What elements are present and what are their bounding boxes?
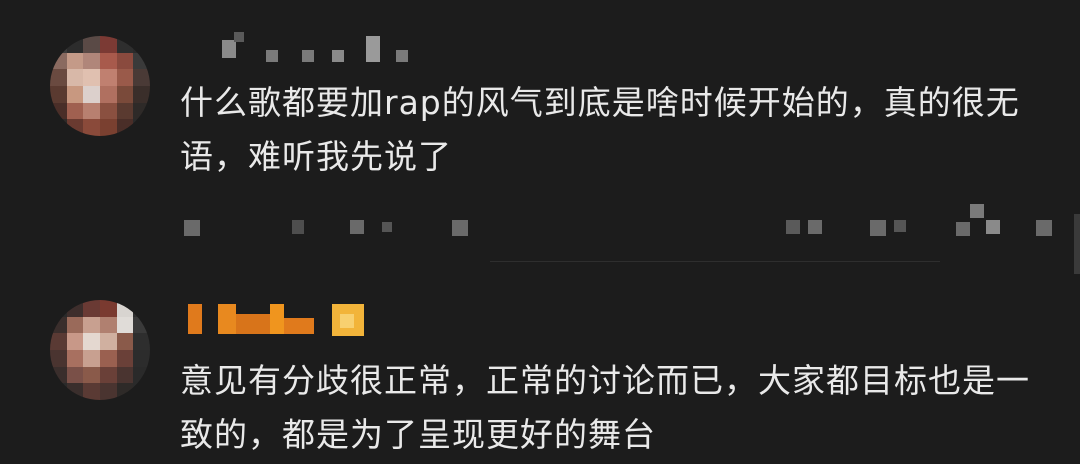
avatar-mosaic-cell xyxy=(83,85,100,103)
avatar-mosaic-cell xyxy=(50,366,67,384)
avatar[interactable] xyxy=(50,36,150,136)
comment-item: 意见有分歧很正常，正常的讨论而已，大家都目标也是一致的，都是为了呈现更好的舞台 xyxy=(0,276,1080,464)
avatar-mosaic-cell xyxy=(83,300,100,317)
avatar-mosaic-cell xyxy=(116,52,134,70)
avatar-mosaic-cell xyxy=(50,349,67,367)
avatar-mosaic-cell xyxy=(133,316,150,334)
comment-text: 什么歌都要加rap的风气到底是啥时候开始的，真的很无语，难听我先说了 xyxy=(180,83,1020,176)
avatar-mosaic-cell xyxy=(66,85,84,103)
avatar-mosaic-cell xyxy=(133,300,150,317)
avatar-mosaic-cell xyxy=(99,119,117,136)
avatar-mosaic-cell xyxy=(116,383,134,400)
avatar-mosaic-cell xyxy=(66,300,84,317)
avatar-mosaic-cell xyxy=(50,52,67,70)
avatar-mosaic-cell xyxy=(116,300,134,317)
comment-divider xyxy=(490,261,940,262)
avatar-mosaic-cell xyxy=(66,36,84,53)
avatar-mosaic-cell xyxy=(99,383,117,400)
avatar-mosaic-cell xyxy=(116,349,134,367)
avatar-mosaic-cell xyxy=(83,366,100,384)
avatar-mosaic-cell xyxy=(116,366,134,384)
avatar-mosaic-cell xyxy=(50,333,67,350)
avatar-mosaic-cell xyxy=(83,316,100,334)
avatar-mosaic-cell xyxy=(83,102,100,120)
avatar[interactable] xyxy=(50,300,150,400)
avatar-mosaic-cell xyxy=(83,333,100,350)
avatar-mosaic-cell xyxy=(50,102,67,120)
avatar-mosaic-cell xyxy=(99,300,117,317)
avatar-mosaic-cell xyxy=(116,119,134,136)
avatar-mosaic-cell xyxy=(66,316,84,334)
avatar-mosaic-cell xyxy=(99,366,117,384)
avatar-mosaic-cell xyxy=(133,366,150,384)
avatar-mosaic-cell xyxy=(50,69,67,86)
avatar-mosaic-cell xyxy=(66,333,84,350)
avatar-mosaic-cell xyxy=(99,52,117,70)
avatar-mosaic-cell xyxy=(50,119,67,136)
avatar-mosaic-cell xyxy=(83,349,100,367)
avatar-mosaic-cell xyxy=(83,383,100,400)
avatar-mosaic-cell xyxy=(133,119,150,136)
avatar-mosaic-cell xyxy=(99,85,117,103)
avatar-mosaic-cell xyxy=(99,349,117,367)
avatar-mosaic-cell xyxy=(133,383,150,400)
avatar-mosaic-cell xyxy=(133,85,150,103)
avatar-mosaic-cell xyxy=(50,85,67,103)
avatar-mosaic-cell xyxy=(83,36,100,53)
avatar-mosaic-cell xyxy=(99,102,117,120)
avatar-mosaic-cell xyxy=(83,69,100,86)
avatar-mosaic-cell xyxy=(66,69,84,86)
avatar-mosaic-cell xyxy=(83,119,100,136)
avatar-mosaic-cell xyxy=(50,36,67,53)
avatar-mosaic-cell xyxy=(116,36,134,53)
avatar-mosaic-cell xyxy=(66,349,84,367)
avatar-mosaic-cell xyxy=(133,349,150,367)
avatar-mosaic-cell xyxy=(66,102,84,120)
avatar-mosaic-cell xyxy=(116,333,134,350)
avatar-mosaic-cell xyxy=(99,333,117,350)
avatar-mosaic-cell xyxy=(116,316,134,334)
username-redacted[interactable] xyxy=(182,300,372,340)
avatar-mosaic-cell xyxy=(116,85,134,103)
avatar-mosaic-cell xyxy=(50,383,67,400)
avatar-mosaic-cell xyxy=(99,69,117,86)
avatar-mosaic-cell xyxy=(133,52,150,70)
avatar-mosaic-cell xyxy=(116,69,134,86)
comment-text: 意见有分歧很正常，正常的讨论而已，大家都目标也是一致的，都是为了呈现更好的舞台 xyxy=(180,361,1030,454)
avatar-mosaic-cell xyxy=(66,119,84,136)
avatar-mosaic-cell xyxy=(66,366,84,384)
avatar-mosaic-cell xyxy=(133,333,150,350)
avatar-mosaic-cell xyxy=(99,316,117,334)
avatar-mosaic-cell xyxy=(116,102,134,120)
avatar-mosaic-cell xyxy=(50,316,67,334)
avatar-mosaic-cell xyxy=(133,102,150,120)
avatar-mosaic-cell xyxy=(99,36,117,53)
avatar-mosaic-cell xyxy=(133,69,150,86)
avatar-mosaic-cell xyxy=(83,52,100,70)
comment-item: 什么歌都要加rap的风气到底是啥时候开始的，真的很无语，难听我先说了 xyxy=(0,0,1080,274)
avatar-mosaic-cell xyxy=(133,36,150,53)
avatar-mosaic-cell xyxy=(50,300,67,317)
avatar-mosaic-cell xyxy=(66,52,84,70)
avatar-mosaic-cell xyxy=(66,383,84,400)
username-redacted[interactable] xyxy=(182,28,422,68)
scroll-edge xyxy=(1074,214,1080,274)
comment-meta-redacted xyxy=(180,204,1080,236)
